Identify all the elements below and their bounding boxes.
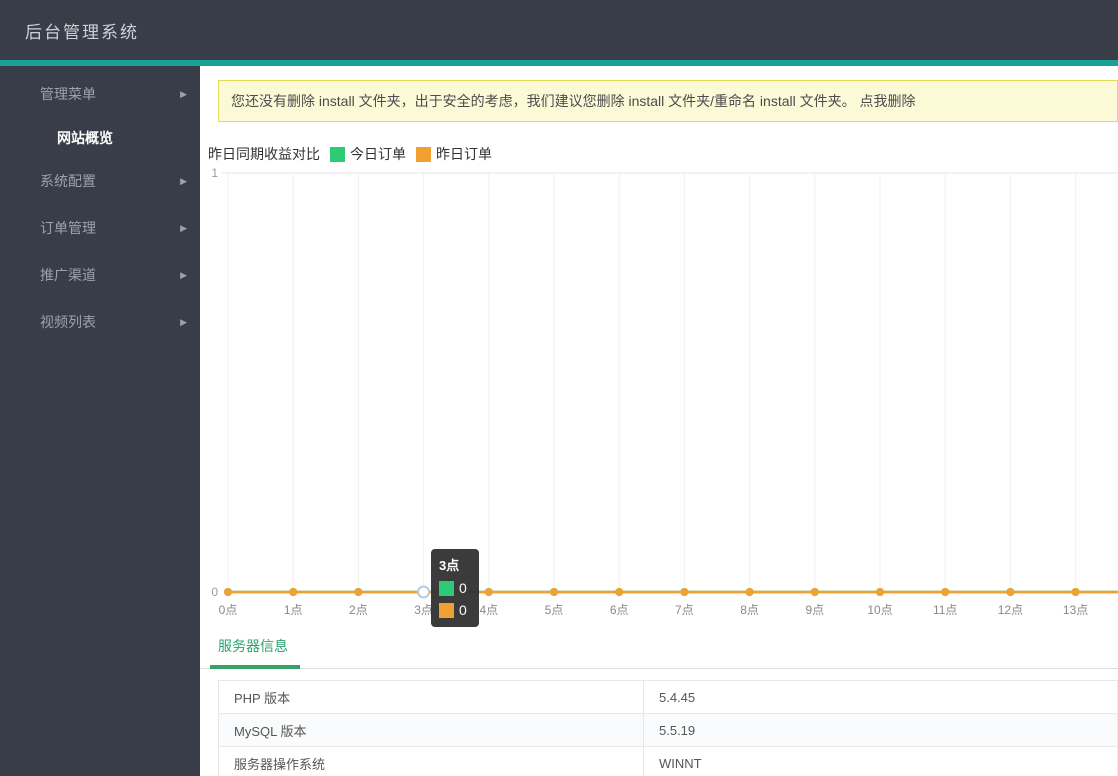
sidebar-item[interactable]: 视频列表 ▶ [0, 299, 200, 346]
sidebar: 管理菜单 ▶ 网站概览系统配置 ▶ 订单管理 ▶ 推广渠道 ▶ 视频列表 ▶ [0, 66, 200, 776]
install-warning-banner: 您还没有删除 install 文件夹，出于安全的考虑，我们建议您删除 insta… [218, 80, 1118, 122]
app-header: 后台管理系统 [0, 0, 1118, 60]
sidebar-subitem[interactable]: 网站概览 [0, 118, 200, 158]
delete-install-link[interactable]: 点我删除 [860, 93, 916, 109]
sidebar-item-label: 推广渠道 [40, 267, 96, 283]
line-chart-canvas[interactable]: 0点 1点 2点 3点 4点 5点 6点 7点 8点 9点 10点 11点 12点 13点 0 1 [200, 162, 1118, 622]
x-tick-label: 12点 [998, 603, 1023, 617]
tooltip-row: 0 [439, 577, 467, 599]
tooltip-value: 0 [459, 602, 467, 618]
chevron-right-icon: ▶ [180, 176, 187, 186]
table-row: PHP 版本 5.4.45 [218, 680, 1118, 714]
sidebar-menu: 管理菜单 ▶ 网站概览系统配置 ▶ 订单管理 ▶ 推广渠道 ▶ 视频列表 ▶ [0, 71, 200, 346]
tooltip-row: 0 [439, 599, 467, 621]
sidebar-item[interactable]: 系统配置 ▶ [0, 158, 200, 205]
data-point[interactable] [289, 588, 298, 596]
tab-server-info[interactable]: 服务器信息 [218, 636, 288, 656]
data-point[interactable] [680, 588, 689, 596]
chart-title: 昨日同期收益对比 [208, 146, 320, 162]
data-point[interactable] [1006, 588, 1015, 596]
install-warning-text: 您还没有删除 install 文件夹，出于安全的考虑，我们建议您删除 insta… [231, 93, 860, 109]
tooltip-rows: 00 [439, 577, 467, 621]
table-cell-value: 5.4.45 [643, 680, 1118, 714]
sidebar-item-label: 系统配置 [40, 173, 96, 189]
chart-legend: 昨日同期收益对比 今日订单 昨日订单 [208, 144, 492, 164]
data-point[interactable] [354, 588, 363, 596]
tab-bar [200, 665, 1118, 669]
chevron-right-icon: ▶ [180, 317, 187, 327]
admin-page: 后台管理系统 管理菜单 ▶ 网站概览系统配置 ▶ 订单管理 ▶ 推广渠道 ▶ 视频列表 ▶ 您还没… [0, 0, 1118, 776]
tooltip-swatch [439, 602, 454, 618]
x-tick-label: 13点 [1063, 603, 1088, 617]
tab-active-indicator [210, 665, 300, 669]
x-tick-label: 7点 [675, 603, 694, 617]
orders-comparison-chart: 昨日同期收益对比 今日订单 昨日订单 0点 1点 2点 3点 4点 5点 6点 7点 8点 9点 10… [200, 140, 1118, 627]
x-tick-label: 1点 [284, 603, 303, 617]
table-cell-label: PHP 版本 [218, 680, 644, 714]
server-info-table: PHP 版本 5.4.45 MySQL 版本 5.5.19 服务器操作系统 WINNT [218, 680, 1118, 776]
y-tick-label: 0 [211, 585, 218, 599]
x-tick-label: 2点 [349, 603, 368, 617]
legend-label[interactable]: 昨日订单 [436, 144, 492, 164]
server-info-section: 服务器信息 PHP 版本 5.4.45 MySQL 版本 5.5.19 服务器操作系统 W… [200, 622, 1118, 776]
legend-label[interactable]: 今日订单 [350, 144, 406, 164]
sidebar-item-label: 管理菜单 [40, 86, 96, 102]
x-tick-label: 5点 [545, 603, 564, 617]
data-point[interactable] [1071, 588, 1080, 596]
table-cell-label: 服务器操作系统 [218, 746, 644, 776]
chart-tooltip: 3点 00 [431, 549, 479, 627]
table-cell-value: 5.5.19 [643, 713, 1118, 747]
tooltip-title: 3点 [439, 558, 460, 573]
x-tick-label: 11点 [933, 603, 957, 617]
data-point[interactable] [550, 588, 558, 596]
table-cell-value: WINNT [643, 746, 1118, 776]
sidebar-item[interactable]: 管理菜单 ▶ [0, 71, 200, 118]
table-row: 服务器操作系统 WINNT [218, 746, 1118, 776]
main-content: 您还没有删除 install 文件夹，出于安全的考虑，我们建议您删除 insta… [200, 66, 1118, 776]
table-row: MySQL 版本 5.5.19 [218, 713, 1118, 747]
tooltip-swatch [439, 580, 454, 596]
table-cell-label: MySQL 版本 [218, 713, 644, 747]
data-point[interactable] [484, 588, 493, 596]
x-tick-label: 0点 [219, 603, 238, 617]
chevron-right-icon: ▶ [180, 270, 187, 280]
sidebar-item[interactable]: 订单管理 ▶ [0, 205, 200, 252]
data-point[interactable] [745, 588, 754, 596]
x-tick-label: 8点 [740, 603, 759, 617]
chevron-right-icon: ▶ [180, 89, 187, 99]
sidebar-item-label: 视频列表 [40, 314, 96, 330]
x-tick-label: 6点 [610, 603, 629, 617]
y-tick-label: 1 [211, 166, 218, 180]
data-point[interactable] [941, 588, 950, 596]
sidebar-item-label: 订单管理 [40, 220, 96, 236]
chevron-right-icon: ▶ [180, 223, 187, 233]
data-point[interactable] [876, 588, 884, 596]
sidebar-item[interactable]: 推广渠道 ▶ [0, 252, 200, 299]
x-tick-label: 4点 [479, 603, 498, 617]
legend-swatch[interactable] [416, 146, 431, 162]
x-tick-label: 9点 [805, 603, 824, 617]
legend-swatch[interactable] [330, 146, 345, 162]
tooltip-value: 0 [459, 580, 467, 596]
app-title: 后台管理系统 [25, 22, 139, 42]
x-tick-label: 10点 [867, 603, 892, 617]
data-point[interactable] [224, 588, 232, 596]
hovered-data-point[interactable] [417, 585, 431, 599]
data-point[interactable] [615, 588, 624, 596]
data-point[interactable] [810, 588, 819, 596]
